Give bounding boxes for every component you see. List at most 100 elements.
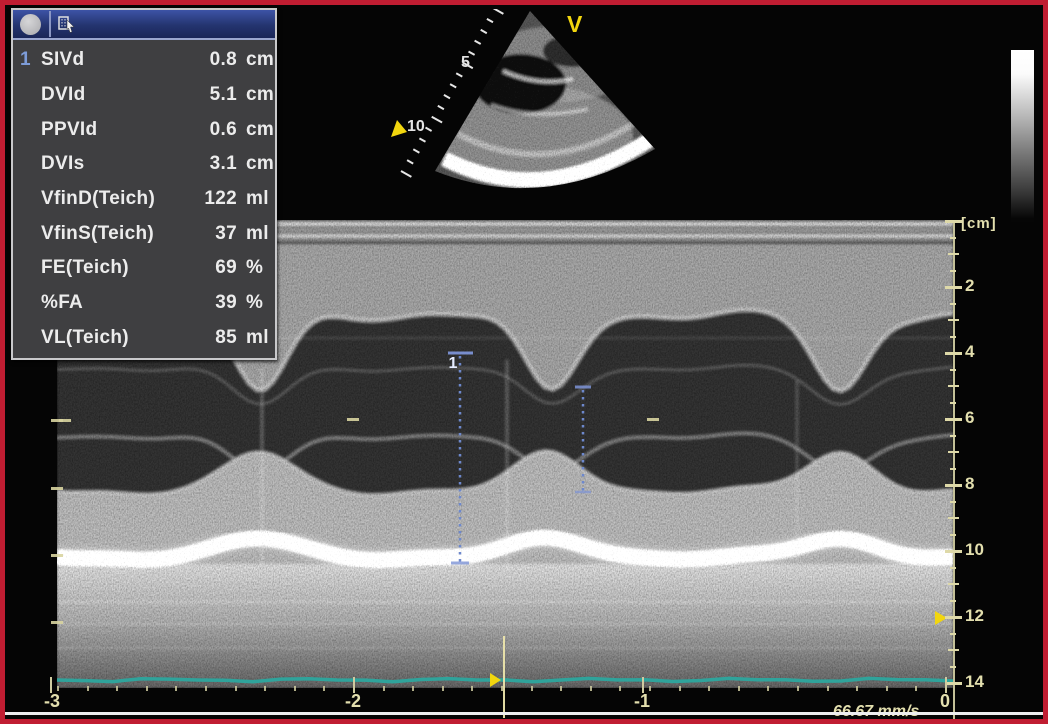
measurement-row: PPVId 0.6 cm (15, 113, 273, 146)
measurement-row: DVIs 3.1 cm (15, 148, 273, 181)
depth-label: 8 (965, 474, 1001, 494)
sector-ruler-tick (438, 106, 444, 109)
time-label: -1 (634, 691, 650, 712)
ruler-tick (950, 567, 956, 569)
sector-ruler-tick (456, 73, 462, 76)
ruler-tick (950, 270, 956, 272)
ruler-tick (471, 686, 473, 691)
sector-depth-mark-5: 5 (461, 54, 470, 71)
measurement-row: VfinD(Teich) 122 ml (15, 182, 273, 215)
sector-ruler-tick (426, 128, 432, 132)
ruler-tick (945, 616, 962, 619)
ruler-tick (948, 319, 959, 321)
sector-ruler-tick (407, 160, 413, 164)
sector-ruler-tick (493, 9, 503, 14)
ruler-tick (950, 336, 956, 338)
sector-ruler-tick (432, 117, 442, 123)
ruler-tick (950, 435, 956, 437)
ruler-tick (175, 686, 177, 691)
measurement-row: %FA 39 % (15, 287, 273, 320)
sweep-cursor-arrow-icon (490, 673, 501, 687)
ruler-tick (948, 253, 959, 255)
orientation-marker: V (567, 11, 582, 38)
sector-ruler-tick (401, 171, 411, 177)
ruler-tick (235, 686, 237, 691)
ruler-tick (797, 686, 799, 691)
ruler-tick (51, 487, 63, 490)
sector-echo-layers (423, 9, 663, 209)
ruler-tick (323, 686, 325, 691)
ruler-tick (560, 686, 562, 691)
time-label: -2 (345, 691, 361, 712)
ruler-tick (590, 686, 592, 691)
sector-focus-triangle-icon (391, 120, 407, 137)
sector-depth-mark-10: 10 (407, 118, 425, 135)
sweep-cursor[interactable] (503, 636, 505, 718)
ruler-tick (51, 621, 63, 624)
ruler-tick (886, 686, 888, 691)
depth-label: 14 (965, 672, 1001, 692)
depth-label: 4 (965, 342, 1001, 362)
caliper-tool-icon[interactable] (57, 14, 77, 34)
measurement-list: 1 SIVd 0.8 cm DVId 5.1 cm PPVId 0.6 cm D… (15, 42, 273, 356)
sector-ruler-tick (444, 95, 450, 99)
ruler-tick (767, 686, 769, 691)
measurement-row: 1 SIVd 0.8 cm (15, 44, 273, 77)
sector-ruler-tick (413, 149, 419, 152)
ruler-tick (679, 686, 681, 691)
ruler-tick (383, 686, 385, 691)
time-label: 0 (940, 691, 950, 712)
panel-header (13, 10, 275, 40)
time-label: -3 (44, 691, 60, 712)
ruler-tick (950, 534, 956, 536)
ruler-tick (531, 686, 533, 691)
caliper-1-label: 1 (449, 355, 458, 372)
reference-2d-image: 5 10 (383, 9, 673, 209)
sector-ruler-tick (419, 138, 425, 141)
depth-ruler-unit: [cm] (961, 215, 997, 232)
ruler-tick (51, 554, 63, 557)
ultrasound-screen: 1 (0, 0, 1048, 724)
ruler-tick (87, 686, 89, 691)
ruler-tick (950, 237, 956, 239)
ruler-tick (948, 385, 959, 387)
ruler-tick (915, 686, 917, 691)
measurement-row: FE(Teich) 69 % (15, 252, 273, 285)
ruler-tick (948, 583, 959, 585)
panel-menu-button[interactable] (20, 14, 41, 35)
ruler-tick (945, 484, 962, 487)
ruler-tick (948, 451, 959, 453)
ruler-tick (738, 686, 740, 691)
ruler-tick (827, 686, 829, 691)
sector-ruler-tick (475, 41, 481, 44)
ruler-tick (708, 686, 710, 691)
ruler-tick (950, 303, 956, 305)
ruler-tick (948, 649, 959, 651)
ruler-tick (442, 686, 444, 691)
measurement-row: VL(Teich) 85 ml (15, 321, 273, 354)
ruler-tick (950, 369, 956, 371)
bottom-frame-line (5, 712, 1043, 715)
depth-label: 6 (965, 408, 1001, 428)
sector-ruler-tick (487, 19, 493, 22)
measurement-results-panel: 1 SIVd 0.8 cm DVId 5.1 cm PPVId 0.6 cm D… (11, 8, 277, 360)
ruler-tick (619, 686, 621, 691)
ruler-tick (950, 402, 956, 404)
ruler-tick (950, 600, 956, 602)
ruler-tick (412, 686, 414, 691)
ruler-tick (116, 686, 118, 691)
ruler-tick (347, 418, 359, 421)
ruler-tick (294, 686, 296, 691)
ruler-tick (59, 419, 71, 422)
ruler-tick (945, 286, 962, 289)
ruler-tick (945, 418, 962, 421)
grayscale-bar (1011, 50, 1034, 222)
ruler-tick (945, 550, 962, 553)
ruler-tick (856, 686, 858, 691)
depth-label: 12 (965, 606, 1001, 626)
ruler-tick (950, 501, 956, 503)
ruler-tick (948, 517, 959, 519)
ruler-tick (950, 666, 956, 668)
ruler-tick (950, 468, 956, 470)
ruler-tick (647, 418, 659, 421)
